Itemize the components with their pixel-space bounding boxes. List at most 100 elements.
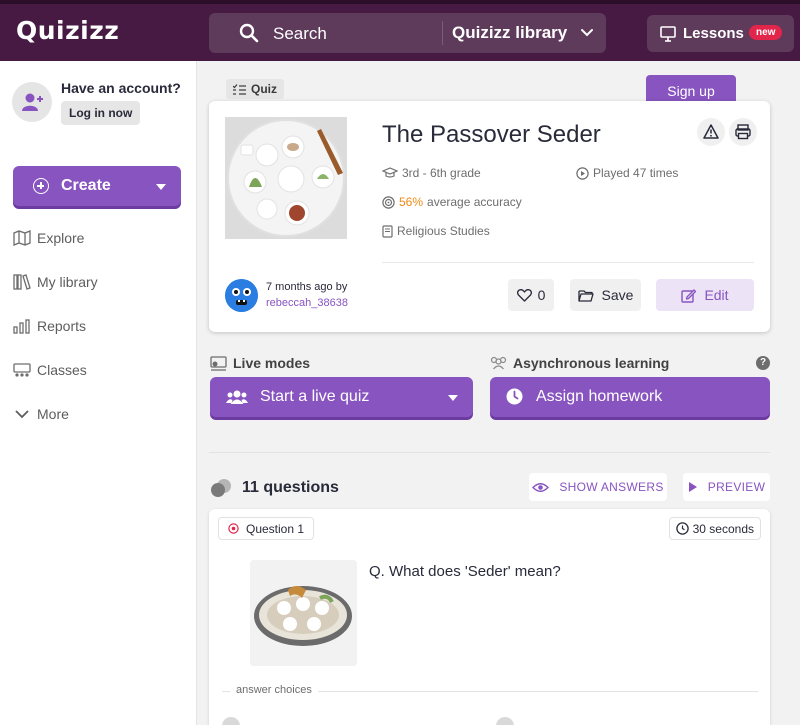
- question-image[interactable]: [250, 560, 357, 666]
- avatar: [12, 82, 52, 122]
- quiz-title: The Passover Seder: [382, 121, 601, 148]
- sidebar-item-label: Explore: [37, 230, 85, 246]
- search-divider: [442, 21, 443, 45]
- search-input[interactable]: Search: [273, 24, 327, 44]
- sidebar: Have an account? Log in now Create Explo…: [0, 61, 197, 725]
- play-icon: [688, 482, 697, 492]
- save-button[interactable]: Save: [570, 279, 641, 311]
- assign-homework-label: Assign homework: [536, 388, 663, 405]
- assign-homework-button[interactable]: Assign homework: [490, 377, 770, 417]
- users-icon: [226, 390, 248, 404]
- chevron-down-icon[interactable]: [579, 25, 595, 41]
- report-button[interactable]: [697, 118, 725, 146]
- preview-label: PREVIEW: [707, 480, 766, 494]
- sidebar-item-classes[interactable]: Classes: [13, 358, 87, 382]
- questions-count: 11 questions: [242, 479, 339, 496]
- question-time-label: 30 seconds: [692, 521, 754, 536]
- sidebar-item-label: Reports: [37, 318, 87, 334]
- question-number-label: Question 1: [246, 521, 305, 536]
- sidebar-item-more[interactable]: More: [13, 402, 69, 426]
- library-icon: [13, 274, 31, 290]
- search-icon: [239, 23, 259, 43]
- sidebar-item-explore[interactable]: Explore: [13, 226, 84, 250]
- start-live-quiz-button[interactable]: Start a live quiz: [210, 377, 473, 417]
- warning-icon: [703, 124, 719, 139]
- sidebar-item-label: My library: [37, 274, 98, 290]
- search-bar[interactable]: Search Quizizz library: [209, 13, 606, 53]
- show-answers-label: SHOW ANSWERS: [559, 480, 664, 494]
- print-button[interactable]: [729, 118, 757, 146]
- library-select[interactable]: Quizizz library: [452, 23, 567, 43]
- clock-icon: [675, 522, 689, 535]
- author-time: 7 months ago by: [266, 281, 348, 293]
- group-icon: [490, 356, 507, 370]
- login-button[interactable]: Log in now: [61, 101, 141, 125]
- card-divider: [382, 262, 754, 263]
- reports-icon: [13, 319, 30, 334]
- eye-icon: [532, 482, 550, 492]
- edit-label: Edit: [704, 287, 729, 303]
- quizizz-logo[interactable]: Quizizz: [16, 16, 119, 45]
- question-number-tag: Question 1: [218, 517, 315, 540]
- question-time-tag: 30 seconds: [668, 517, 761, 540]
- played-meta: Played 47 times: [576, 166, 678, 180]
- sidebar-item-reports[interactable]: Reports: [13, 314, 86, 338]
- book-icon: [382, 224, 393, 238]
- lessons-button[interactable]: Lessons new: [647, 15, 794, 52]
- answer-option-marker: [496, 717, 514, 725]
- like-button[interactable]: 0: [508, 279, 554, 311]
- show-answers-button[interactable]: SHOW ANSWERS: [529, 473, 667, 501]
- accuracy-value: 56%: [399, 195, 424, 209]
- quiz-card: The Passover Seder 3rd - 6th grade Playe…: [209, 101, 770, 332]
- chevron-down-icon: [15, 410, 29, 419]
- radio-target-icon: [228, 523, 239, 534]
- seder-plate-image: [225, 117, 347, 239]
- play-circle-icon: [576, 166, 589, 180]
- accuracy-meta: 56% average accuracy: [382, 195, 522, 209]
- folder-icon: [577, 289, 594, 302]
- async-label: Asynchronous learning: [513, 355, 670, 371]
- start-live-quiz-label: Start a live quiz: [260, 388, 370, 405]
- classes-icon: [13, 363, 31, 377]
- grade-text: 3rd - 6th grade: [402, 166, 481, 180]
- add-user-icon: [22, 93, 43, 111]
- lessons-label: Lessons: [683, 25, 744, 42]
- edit-button[interactable]: Edit: [656, 279, 754, 311]
- plus-circle-icon: [33, 178, 49, 194]
- map-icon: [13, 230, 31, 246]
- questions-icon: [211, 479, 231, 497]
- author-link[interactable]: rebeccah_38638: [266, 297, 348, 309]
- async-heading: Asynchronous learning: [490, 355, 669, 371]
- presentation-icon: [660, 26, 676, 42]
- live-modes-heading: Live modes: [210, 355, 310, 371]
- preview-button[interactable]: PREVIEW: [683, 473, 770, 501]
- create-button[interactable]: Create: [13, 166, 181, 206]
- live-modes-label: Live modes: [233, 355, 311, 371]
- author-avatar[interactable]: [225, 279, 258, 312]
- sidebar-item-label: Classes: [37, 362, 87, 378]
- caret-down-icon[interactable]: [448, 395, 458, 401]
- question-card: Question 1 30 seconds Q. What does 'Sede…: [209, 509, 770, 725]
- quiz-thumbnail[interactable]: [225, 117, 347, 239]
- save-label: Save: [601, 287, 634, 303]
- live-screen-icon: [210, 355, 227, 371]
- heart-icon: [516, 288, 532, 302]
- caret-down-icon[interactable]: [156, 184, 166, 190]
- sidebar-item-my-library[interactable]: My library: [13, 270, 98, 294]
- target-icon: [382, 195, 395, 209]
- answer-option-marker: [222, 717, 240, 725]
- answer-choices-label: answer choices: [230, 684, 318, 696]
- printer-icon: [735, 124, 751, 140]
- help-icon[interactable]: ?: [756, 356, 770, 370]
- subject-meta: Religious Studies: [382, 224, 490, 238]
- accuracy-text: average accuracy: [427, 195, 522, 209]
- monster-avatar-icon: [225, 279, 258, 312]
- checklist-icon: [233, 83, 246, 95]
- seder-plate-photo: [250, 560, 357, 666]
- clock-icon: [506, 388, 523, 405]
- new-badge: new: [749, 25, 783, 40]
- quiz-tag-label: Quiz: [251, 82, 277, 96]
- edit-icon: [681, 288, 697, 303]
- sidebar-item-label: More: [37, 406, 69, 422]
- like-count: 0: [537, 287, 546, 303]
